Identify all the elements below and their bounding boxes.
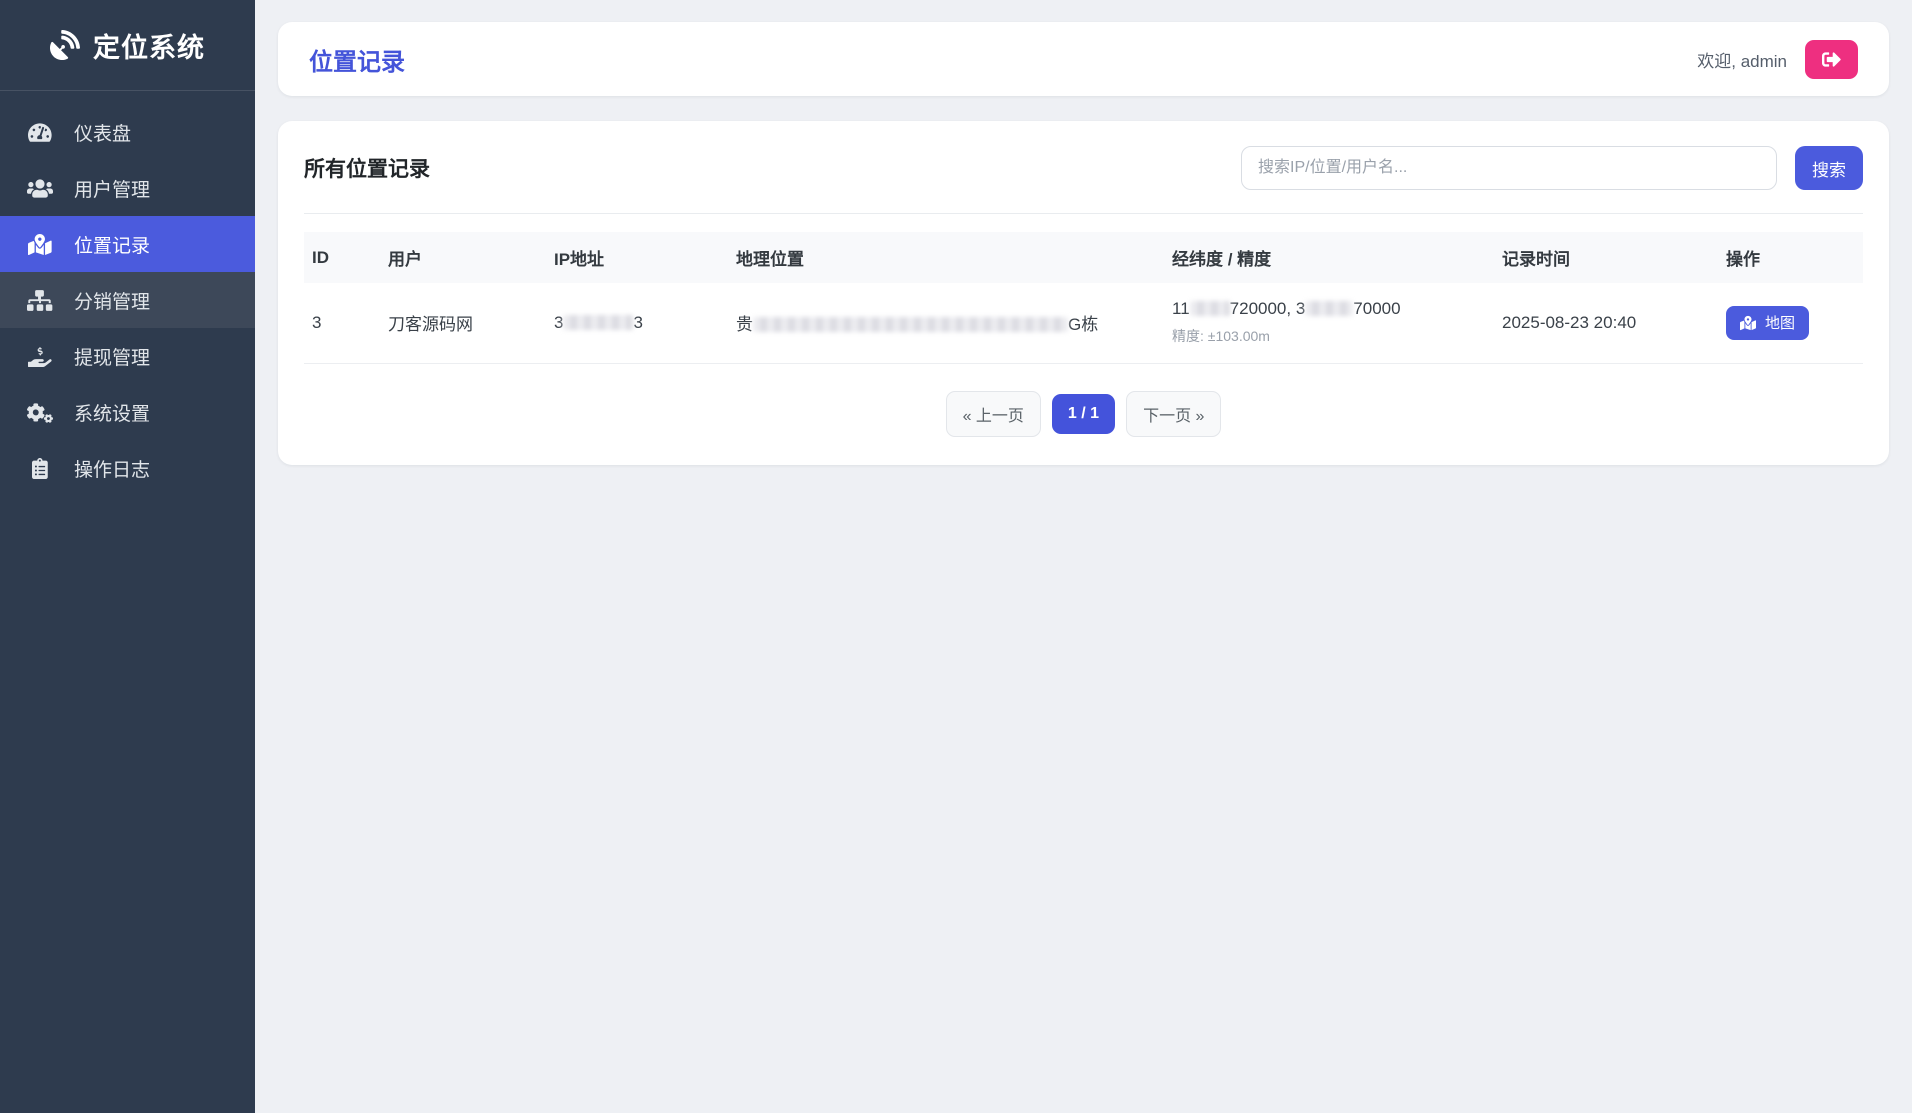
- welcome-text: 欢迎, admin: [1697, 47, 1787, 72]
- app-title: 定位系统: [93, 26, 205, 65]
- page-header: 位置记录 欢迎, admin: [278, 22, 1889, 96]
- cell-user: 刀客源码网: [380, 283, 546, 363]
- cell-coords: 11 720000, 3 70000 精度: ±103.00m: [1164, 283, 1494, 363]
- sidebar-item-label: 操作日志: [74, 455, 150, 482]
- app-logo: 定位系统: [0, 0, 255, 91]
- header-right: 欢迎, admin: [1697, 40, 1858, 79]
- card-title: 所有位置记录: [304, 153, 430, 183]
- sidebar-item-dashboard[interactable]: 仪表盘: [0, 104, 255, 160]
- hand-holding-usd-icon: [27, 346, 53, 367]
- location-start: 贵: [736, 315, 753, 334]
- satellite-dish-icon: [50, 30, 80, 60]
- page-title: 位置记录: [309, 42, 405, 77]
- prev-page-button[interactable]: « 上一页: [946, 391, 1041, 437]
- col-header-time: 记录时间: [1494, 232, 1718, 283]
- sidebar-item-location-records[interactable]: 位置记录: [0, 216, 255, 272]
- next-page-button[interactable]: 下一页 »: [1126, 391, 1221, 437]
- cell-id: 3: [304, 283, 380, 363]
- col-header-id: ID: [304, 232, 380, 283]
- sidebar-item-label: 提现管理: [74, 343, 150, 370]
- sidebar-item-label: 用户管理: [74, 175, 150, 202]
- sidebar-menu: 仪表盘 用户管理 位置记录 分销管理 提现管理 系统设置: [0, 91, 255, 496]
- cell-actions: 地图: [1718, 283, 1863, 363]
- col-header-user: 用户: [380, 232, 546, 283]
- map-button-label: 地图: [1765, 312, 1795, 333]
- table-header-row: ID 用户 IP地址 地理位置 经纬度 / 精度 记录时间 操作: [304, 232, 1863, 283]
- map-marked-icon: [27, 234, 53, 255]
- coords-line: 11 720000, 3 70000: [1172, 299, 1486, 319]
- map-button[interactable]: 地图: [1726, 306, 1809, 340]
- current-page-indicator: 1 / 1: [1052, 394, 1115, 434]
- censored-blur: [753, 317, 1068, 332]
- clipboard-list-icon: [27, 458, 53, 479]
- sidebar-item-label: 系统设置: [74, 399, 150, 426]
- sidebar-item-label: 位置记录: [74, 231, 150, 258]
- sidebar-item-logs[interactable]: 操作日志: [0, 440, 255, 496]
- sidebar-item-withdrawals[interactable]: 提现管理: [0, 328, 255, 384]
- col-header-location: 地理位置: [728, 232, 1164, 283]
- coord-p2: 720000, 3: [1230, 299, 1306, 318]
- card-head: 所有位置记录 搜索: [304, 146, 1863, 190]
- coord-p1: 11: [1172, 299, 1190, 318]
- tachometer-icon: [27, 122, 53, 143]
- users-icon: [27, 178, 53, 199]
- table-divider: [304, 213, 1863, 214]
- records-card: 所有位置记录 搜索 ID 用户 IP地址 地理位置: [278, 121, 1889, 465]
- censored-blur: [1305, 301, 1353, 316]
- censored-blur: [1190, 301, 1230, 316]
- app-window: 定位系统 仪表盘 用户管理 位置记录 分销管理 提现管理: [0, 0, 1912, 1113]
- col-header-actions: 操作: [1718, 232, 1863, 283]
- sidebar-item-users[interactable]: 用户管理: [0, 160, 255, 216]
- col-header-ip: IP地址: [546, 232, 728, 283]
- ip-start: 3: [554, 313, 563, 332]
- logout-button[interactable]: [1805, 40, 1858, 79]
- search-input[interactable]: [1241, 146, 1777, 190]
- sidebar-item-distribution[interactable]: 分销管理: [0, 272, 255, 328]
- ip-end: 3: [633, 313, 642, 332]
- cell-location: 贵 G栋: [728, 283, 1164, 363]
- accuracy-text: 精度: ±103.00m: [1172, 326, 1486, 346]
- search-button[interactable]: 搜索: [1795, 146, 1863, 190]
- records-table: ID 用户 IP地址 地理位置 经纬度 / 精度 记录时间 操作 3 刀客源码网…: [304, 232, 1863, 364]
- map-marked-icon: [1740, 315, 1756, 331]
- cell-time: 2025-08-23 20:40: [1494, 283, 1718, 363]
- table-row: 3 刀客源码网 33 贵G栋 11720000, 370000 精度: ±103…: [304, 283, 1863, 363]
- sign-out-icon: [1822, 50, 1841, 69]
- coord-p3: 70000: [1353, 299, 1400, 318]
- search-group: 搜索: [1241, 146, 1863, 190]
- sitemap-icon: [27, 290, 53, 311]
- cell-ip: 33: [546, 283, 728, 363]
- sidebar: 定位系统 仪表盘 用户管理 位置记录 分销管理 提现管理: [0, 0, 255, 1113]
- cogs-icon: [27, 402, 53, 423]
- pagination: « 上一页 1 / 1 下一页 »: [304, 391, 1863, 437]
- location-end: G栋: [1068, 315, 1098, 334]
- censored-blur: [563, 315, 633, 330]
- main-area: 位置记录 欢迎, admin 所有位置记录 搜索: [255, 0, 1912, 1113]
- col-header-coords: 经纬度 / 精度: [1164, 232, 1494, 283]
- sidebar-item-label: 分销管理: [74, 287, 150, 314]
- sidebar-item-settings[interactable]: 系统设置: [0, 384, 255, 440]
- sidebar-item-label: 仪表盘: [74, 119, 131, 146]
